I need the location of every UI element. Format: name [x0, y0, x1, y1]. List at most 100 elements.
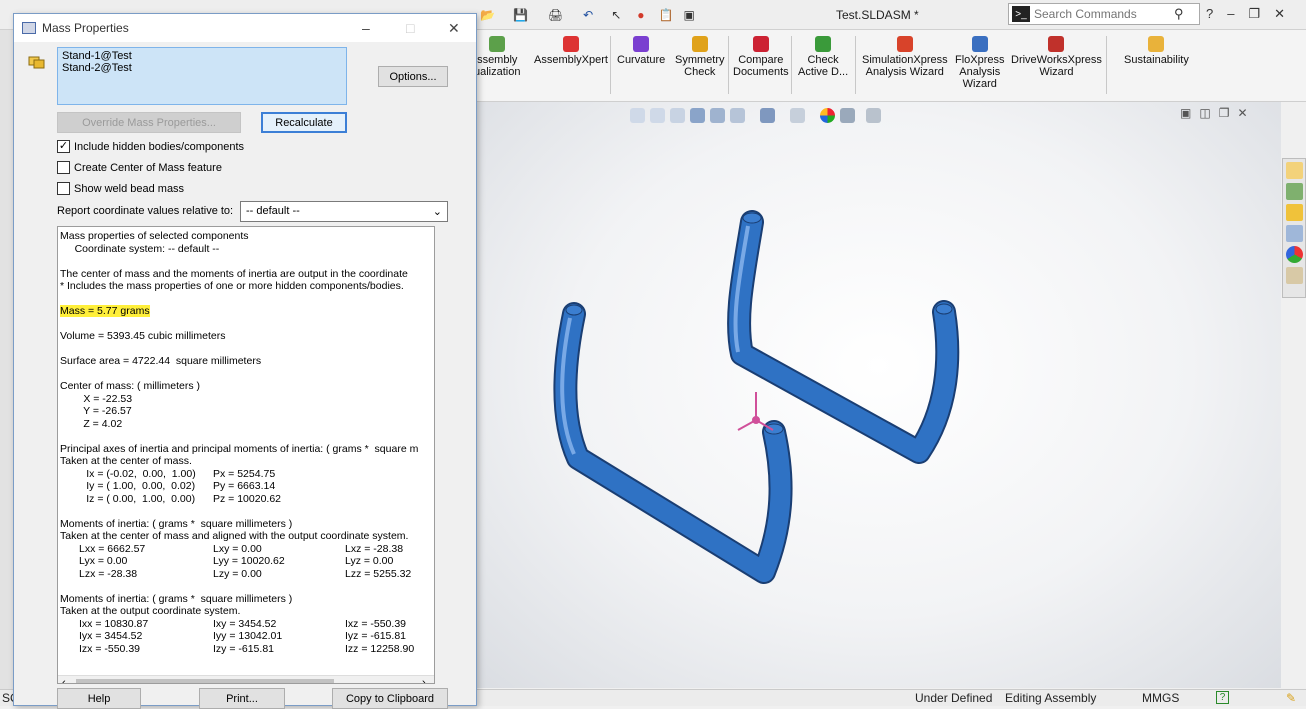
close-icon[interactable]: ✕	[1274, 6, 1285, 22]
save-icon[interactable]: 💾	[513, 8, 528, 22]
show-weld-bead-checkbox[interactable]: Show weld bead mass	[57, 182, 184, 195]
output-com-x: X = -22.53	[60, 392, 133, 405]
output-cell: Lzx = -28.38	[79, 567, 138, 580]
model-view	[553, 210, 960, 584]
dialog-minimize-icon[interactable]: –	[362, 20, 370, 36]
open-icon[interactable]: 📂	[480, 8, 495, 22]
zoom-fit-icon[interactable]	[630, 107, 645, 123]
mass-properties-output[interactable]: Mass properties of selected components C…	[57, 226, 435, 684]
coordinate-system-value: -- default --	[246, 205, 300, 217]
status-help-icon[interactable]: ?	[1216, 691, 1229, 704]
design-library-icon[interactable]	[1285, 183, 1303, 200]
checkbox-box[interactable]	[57, 182, 70, 195]
output-cell: Izy = -615.81	[213, 642, 274, 655]
component-item[interactable]: Stand-2@Test	[62, 62, 342, 74]
status-notification-icon[interactable]: ✎	[1286, 691, 1296, 705]
selected-components-list[interactable]: Stand-1@Test Stand-2@Test	[57, 47, 347, 105]
feature-tree-strip[interactable]	[0, 30, 14, 690]
restore-icon[interactable]: ❐	[1248, 6, 1260, 22]
zoom-area-icon[interactable]	[650, 107, 665, 123]
ribbon-button-driveworksxpress[interactable]: DriveWorksXpress Wizard	[1011, 36, 1102, 78]
view-orientation-icon[interactable]	[730, 107, 745, 123]
output-blank	[60, 430, 434, 443]
floxpress-icon	[971, 36, 988, 52]
undo-icon[interactable]: ↶	[583, 8, 593, 22]
ribbon-button-label: Curvature	[617, 54, 666, 66]
ribbon-button-label: Sustainability	[1124, 54, 1189, 66]
output-cell: Lzz = 5255.32	[345, 567, 412, 580]
command-icon: >_	[1012, 6, 1030, 22]
stand-2-model[interactable]	[727, 210, 960, 464]
horizontal-scrollbar[interactable]: ‹ ›	[58, 675, 434, 683]
viewport-close-icon[interactable]: ✕	[1237, 106, 1247, 120]
minimize-icon[interactable]: –	[1227, 6, 1234, 22]
ribbon-button-compare-documents[interactable]: Compare Documents	[733, 36, 789, 78]
output-cell: Iy = ( 1.00, 0.00, 0.02)	[60, 480, 196, 492]
driveworksxpress-icon	[1048, 36, 1065, 52]
symmetry-check-icon	[691, 36, 708, 52]
checkbox-box[interactable]: ✓	[57, 140, 70, 153]
graphics-area[interactable]	[476, 102, 1281, 688]
output-cell: Ixy = 3454.52	[213, 617, 277, 630]
viewport-window-controls: ▣ ◫ ❐ ✕	[1180, 106, 1248, 120]
ribbon-button-floxpress[interactable]: FloXpress Analysis Wizard	[955, 36, 1005, 90]
display-style-icon[interactable]	[760, 107, 775, 123]
rebuild-icon[interactable]: ●	[637, 8, 644, 22]
search-input[interactable]	[1034, 7, 1174, 21]
view-settings-icon[interactable]	[866, 107, 881, 123]
file-properties-icon[interactable]: 📋	[659, 8, 674, 22]
previous-view-icon[interactable]	[670, 107, 685, 123]
search-commands[interactable]: >_ ⚲	[1008, 3, 1200, 25]
mass-properties-dialog: Mass Properties – □ ✕ Stand-1@Test Stand…	[13, 13, 477, 709]
ribbon-button-label: FloXpress	[955, 54, 1005, 66]
scroll-right-icon[interactable]: ›	[422, 677, 426, 683]
ribbon-button-assemblyxpert[interactable]: AssemblyXpert	[534, 36, 608, 66]
dialog-title-bar[interactable]: Mass Properties – □ ✕	[14, 14, 476, 42]
hide-show-icon[interactable]	[790, 107, 805, 123]
recalculate-button[interactable]: Recalculate	[261, 112, 347, 133]
scroll-thumb[interactable]	[76, 679, 334, 683]
viewport-restore-icon[interactable]: ▣	[1180, 106, 1191, 120]
search-icon[interactable]: ⚲	[1174, 6, 1184, 22]
select-icon[interactable]: ↖	[611, 8, 621, 22]
section-view-icon[interactable]	[690, 107, 705, 123]
output-center-of-mass-heading: Center of mass: ( millimeters )	[60, 380, 201, 392]
options-button[interactable]: Options...	[378, 66, 448, 87]
appearances-icon[interactable]	[1285, 246, 1303, 263]
ribbon-button-assembly-visualization[interactable]: ssembly ualization	[474, 36, 520, 78]
dialog-close-icon[interactable]: ✕	[448, 20, 460, 37]
create-com-feature-checkbox[interactable]: Create Center of Mass feature	[57, 161, 222, 174]
coordinate-system-select[interactable]: -- default -- ⌄	[240, 201, 448, 222]
ribbon-button-symmetry-check[interactable]: Symmetry Check	[675, 36, 725, 78]
output-blank	[60, 505, 434, 518]
scroll-left-icon[interactable]: ‹	[62, 677, 66, 683]
output-moi-row: Lyx = 0.00 Lyy = 10020.62 Lyz = 0.00	[60, 555, 434, 568]
ribbon-button-check-active[interactable]: Check Active D...	[798, 36, 848, 78]
checkbox-box[interactable]	[57, 161, 70, 174]
ribbon-button-simulationxpress[interactable]: SimulationXpress Analysis Wizard	[862, 36, 948, 78]
status-definition: Under Defined	[915, 691, 993, 705]
help-icon[interactable]: ?	[1206, 6, 1213, 22]
component-item[interactable]: Stand-1@Test	[62, 50, 342, 62]
task-pane-tabs	[1282, 158, 1306, 298]
ribbon-button-sustainability[interactable]: Sustainability	[1124, 36, 1189, 66]
ribbon-button-label: Analysis Wizard	[865, 66, 944, 78]
file-explorer-icon[interactable]	[1285, 204, 1303, 221]
custom-properties-icon[interactable]	[1285, 267, 1303, 284]
dynamic-annotation-icon[interactable]	[710, 107, 725, 123]
output-moi-row: Izx = -550.39 Izy = -615.81 Izz = 12258.90	[60, 642, 434, 656]
scene-icon[interactable]	[840, 107, 855, 123]
sustainability-icon	[1148, 36, 1165, 52]
print-icon[interactable]: 🖨	[548, 8, 563, 22]
appearance-icon[interactable]	[820, 107, 835, 123]
include-hidden-checkbox[interactable]: ✓ Include hidden bodies/components	[57, 140, 244, 153]
viewport-maximize-icon[interactable]: ❐	[1219, 106, 1230, 120]
options-icon[interactable]: ▣	[683, 8, 694, 22]
output-cell: Lyz = 0.00	[345, 555, 394, 567]
ribbon-separator	[610, 36, 611, 94]
ribbon-button-curvature[interactable]: Curvature	[617, 36, 665, 66]
solidworks-resources-icon[interactable]	[1285, 162, 1303, 179]
viewport-tile-icon[interactable]: ◫	[1199, 106, 1210, 120]
view-palette-icon[interactable]	[1285, 225, 1303, 242]
status-units[interactable]: MMGS	[1142, 691, 1179, 705]
